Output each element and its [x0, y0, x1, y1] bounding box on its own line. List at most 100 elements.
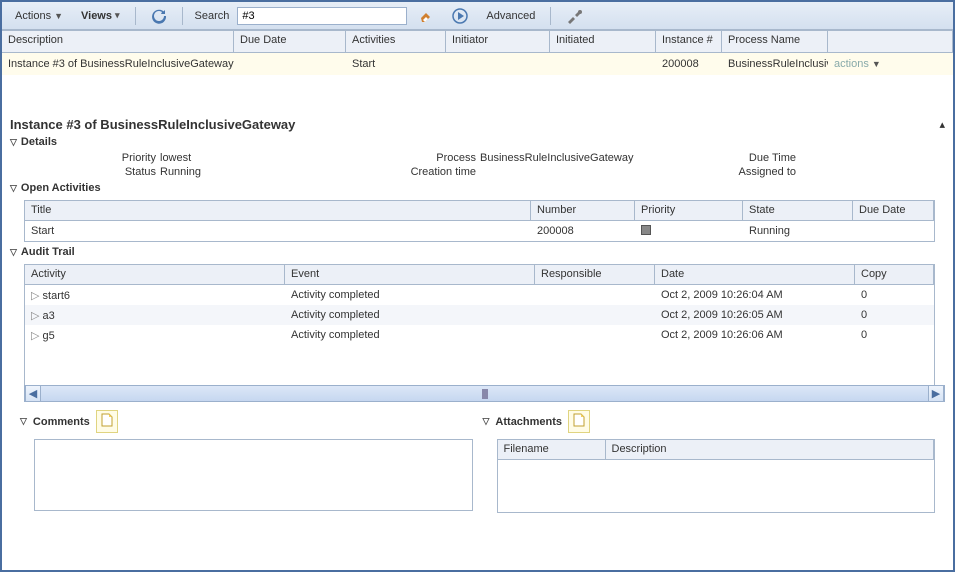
add-comment-button[interactable]: [96, 410, 118, 433]
at-cell-event: Activity completed: [285, 287, 535, 303]
oa-header-priority[interactable]: Priority: [635, 201, 743, 220]
oa-header-title[interactable]: Title: [25, 201, 531, 220]
actions-menu[interactable]: Actions ▼: [8, 6, 70, 26]
oa-cell-state: Running: [743, 223, 853, 239]
attachments-section: ▽ Attachments Filename Description: [483, 410, 936, 513]
at-activity-text: a3: [43, 310, 55, 322]
at-cell-copy: 0: [855, 287, 934, 303]
at-cell-activity: ▷ start6: [25, 287, 285, 304]
oa-header-due-date[interactable]: Due Date: [853, 201, 934, 220]
disclosure-icon[interactable]: ▽: [10, 247, 17, 258]
tools-icon: [566, 8, 582, 24]
oa-cell-number: 200008: [531, 223, 635, 239]
header-activities[interactable]: Activities: [346, 31, 446, 52]
header-initiated[interactable]: Initiated: [550, 31, 656, 52]
at-cell-date: Oct 2, 2009 10:26:04 AM: [655, 287, 855, 303]
oa-header-state[interactable]: State: [743, 201, 853, 220]
audit-trail-table: Activity Event Responsible Date Copy ▷ s…: [24, 264, 935, 385]
search-label: Search: [191, 10, 234, 22]
add-attachment-button[interactable]: [568, 410, 590, 433]
grid-row[interactable]: Instance #3 of BusinessRuleInclusiveGate…: [2, 53, 953, 75]
audit-trail-title: Audit Trail: [21, 246, 75, 258]
collapse-icon[interactable]: ▴: [939, 118, 945, 131]
at-row[interactable]: ▷ start6 Activity completed Oct 2, 2009 …: [25, 285, 934, 305]
at-cell-event: Activity completed: [285, 327, 535, 343]
run-search-button[interactable]: [445, 4, 475, 28]
disclosure-icon[interactable]: ▽: [20, 416, 27, 427]
header-instance-num[interactable]: Instance #: [656, 31, 722, 52]
oa-cell-title: Start: [25, 223, 531, 239]
attachments-body: [498, 460, 935, 512]
actions-label: Actions: [15, 10, 51, 22]
at-header-date[interactable]: Date: [655, 265, 855, 284]
value-status: Running: [160, 166, 390, 178]
scroll-right-icon[interactable]: ▶: [928, 386, 944, 401]
header-initiator[interactable]: Initiator: [446, 31, 550, 52]
oa-header-number[interactable]: Number: [531, 201, 635, 220]
triangle-right-icon: ▷: [31, 310, 43, 322]
comments-section: ▽ Comments: [20, 410, 473, 513]
comments-title: Comments: [33, 416, 90, 428]
views-menu[interactable]: Views ▾: [74, 6, 127, 26]
value-process: BusinessRuleInclusiveGateway: [480, 152, 700, 164]
disclosure-icon[interactable]: ▽: [10, 137, 17, 148]
disclosure-icon[interactable]: ▽: [483, 416, 490, 427]
separator: [135, 7, 136, 25]
at-header-responsible[interactable]: Responsible: [535, 265, 655, 284]
refresh-button[interactable]: [144, 4, 174, 28]
open-activities-table: Title Number Priority State Due Date Sta…: [24, 200, 935, 242]
label-assigned-to: Assigned to: [700, 166, 800, 178]
value-priority: lowest: [160, 152, 390, 164]
tools-button[interactable]: [559, 4, 589, 28]
attachments-table: Filename Description: [497, 439, 936, 513]
cell-process-name: BusinessRuleInclusive: [722, 55, 828, 73]
at-cell-copy: 0: [855, 307, 934, 323]
detail-panel: Instance #3 of BusinessRuleInclusiveGate…: [2, 75, 953, 513]
scroll-left-icon[interactable]: ◀: [25, 386, 41, 401]
header-due-date[interactable]: Due Date: [234, 31, 346, 52]
at-row[interactable]: ▷ a3 Activity completed Oct 2, 2009 10:2…: [25, 305, 934, 325]
header-description[interactable]: Description: [2, 31, 234, 52]
at-cell-activity: ▷ a3: [25, 307, 285, 324]
at-cell-responsible: [535, 313, 655, 317]
chevron-down-icon: ▼: [54, 11, 63, 21]
value-due-time: [800, 152, 920, 164]
cell-description: Instance #3 of BusinessRuleInclusiveGate…: [2, 55, 234, 73]
att-header-filename[interactable]: Filename: [498, 440, 606, 459]
chevron-down-icon: ▼: [872, 59, 881, 69]
clear-search-button[interactable]: [411, 4, 441, 28]
audit-trail-section: ▽ Audit Trail Activity Event Responsible…: [10, 246, 945, 402]
comments-textarea[interactable]: [34, 439, 473, 511]
at-cell-date: Oct 2, 2009 10:26:05 AM: [655, 307, 855, 323]
chevron-down-icon: ▾: [115, 10, 120, 21]
advanced-button[interactable]: Advanced: [479, 6, 542, 26]
value-assigned-to: [800, 166, 920, 178]
row-actions-link[interactable]: actions ▼: [834, 58, 881, 70]
grid-header: Description Due Date Activities Initiato…: [2, 31, 953, 53]
at-header-event[interactable]: Event: [285, 265, 535, 284]
at-cell-responsible: [535, 293, 655, 297]
separator: [550, 7, 551, 25]
scrollbar-grip-icon[interactable]: [482, 389, 488, 399]
search-input[interactable]: [237, 7, 407, 25]
cell-initiated: [550, 61, 656, 67]
at-header-activity[interactable]: Activity: [25, 265, 285, 284]
label-due-time: Due Time: [700, 152, 800, 164]
row-actions-label: actions: [834, 58, 869, 70]
separator: [182, 7, 183, 25]
oa-cell-due-date: [853, 229, 934, 233]
cell-activities: Start: [346, 55, 446, 73]
cell-actions[interactable]: actions ▼: [828, 55, 953, 73]
header-process-name[interactable]: Process Name: [722, 31, 828, 52]
horizontal-scrollbar[interactable]: ◀ ▶: [24, 385, 945, 402]
at-cell-responsible: [535, 333, 655, 337]
oa-row[interactable]: Start 200008 Running: [25, 221, 934, 241]
refresh-icon: [151, 8, 167, 24]
at-row[interactable]: ▷ g5 Activity completed Oct 2, 2009 10:2…: [25, 325, 934, 345]
att-header-description[interactable]: Description: [606, 440, 935, 459]
views-label: Views: [81, 10, 112, 22]
label-creation-time: Creation time: [390, 166, 480, 178]
disclosure-icon[interactable]: ▽: [10, 183, 17, 194]
instance-grid: Description Due Date Activities Initiato…: [2, 30, 953, 75]
at-header-copy[interactable]: Copy: [855, 265, 934, 284]
